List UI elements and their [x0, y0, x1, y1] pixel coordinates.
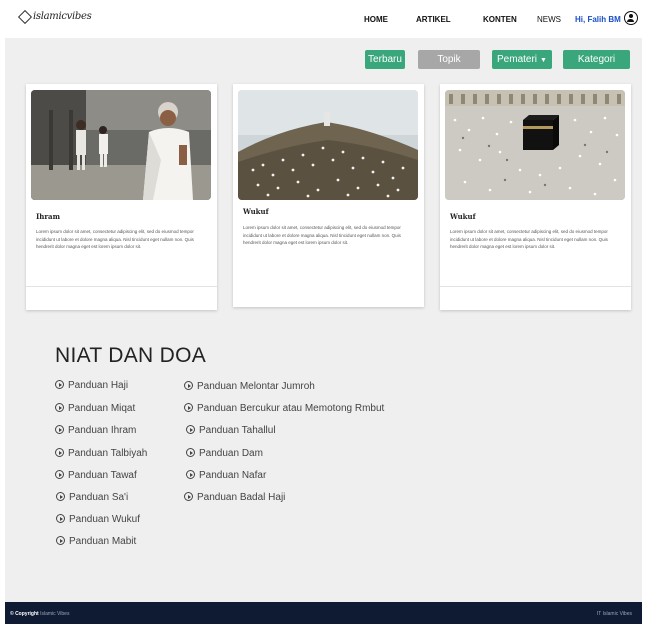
guide-label: Panduan Ihram	[68, 425, 137, 436]
section-title: NIAT DAN DOA	[55, 344, 207, 367]
nav-home[interactable]: HOME	[364, 15, 388, 24]
play-icon	[55, 380, 64, 389]
guide-link[interactable]: Panduan Tawaf	[55, 470, 137, 481]
guide-label: Panduan Nafar	[199, 470, 267, 481]
guide-link[interactable]: Panduan Wukuf	[56, 514, 140, 525]
nav-artikel[interactable]: ARTIKEL	[416, 15, 451, 24]
filter-kategori-label: Kategori	[577, 54, 616, 65]
nav-konten[interactable]: KONTEN	[483, 15, 517, 24]
wukuf-photo	[238, 90, 418, 200]
footer: © Copyright Islamic Vibes IT Islamic Vib…	[5, 602, 642, 624]
card-title: Wukuf	[450, 212, 476, 221]
ihram-photo	[31, 90, 211, 200]
copyright-label: © Copyright	[10, 611, 39, 617]
guide-link[interactable]: Panduan Ihram	[55, 425, 136, 436]
card-divider	[440, 286, 631, 287]
guide-label: Panduan Haji	[68, 380, 129, 391]
play-icon	[56, 492, 65, 501]
article-card-ihram[interactable]: Ihram Lorem ipsum dolor sit amet, consec…	[26, 84, 217, 310]
play-icon	[186, 448, 195, 457]
user-account-icon[interactable]	[624, 11, 638, 25]
guide-label: Panduan Melontar Jumroh	[197, 381, 315, 392]
filter-terbaru-label: Terbaru	[368, 54, 402, 65]
article-card-wukuf[interactable]: Wukuf Lorem ipsum dolor sit amet, consec…	[233, 84, 424, 307]
play-icon	[184, 381, 193, 390]
card-description: Lorem ipsum dolor sit amet, consectetur …	[243, 225, 401, 245]
guide-link[interactable]: Panduan Bercukur atau Memotong Rmbut	[184, 403, 384, 414]
brand-logo[interactable]: islamicvibes	[17, 9, 92, 24]
play-icon	[184, 403, 193, 412]
card-image-wukuf	[238, 90, 418, 200]
card-title: Ihram	[36, 212, 60, 221]
card-description: Lorem ipsum dolor sit amet, consectetur …	[450, 229, 608, 249]
logo-text: islamicvibes	[33, 11, 92, 22]
play-icon	[184, 492, 193, 501]
guide-link[interactable]: Panduan Dam	[186, 448, 263, 459]
play-icon	[55, 425, 64, 434]
footer-brand: IT Islamic Vibes	[596, 611, 632, 617]
guide-label: Panduan Tahallul	[199, 425, 276, 436]
guide-label: Panduan Mabit	[69, 536, 137, 547]
card-description: Lorem ipsum dolor sit amet, consectetur …	[36, 229, 194, 249]
guide-link[interactable]: Panduan Badal Haji	[184, 492, 285, 503]
guide-link[interactable]: Panduan Tahallul	[186, 425, 276, 436]
guide-label: Panduan Badal Haji	[197, 492, 286, 503]
kaaba-photo	[445, 90, 625, 200]
copyright-brand: Islamic Vibes	[40, 611, 70, 617]
nav-news[interactable]: NEWS	[537, 15, 561, 24]
guide-link[interactable]: Panduan Miqat	[55, 403, 135, 414]
filter-pemateri-dropdown[interactable]: Pemateri ▼	[492, 50, 552, 69]
card-image-ihram	[31, 90, 211, 200]
article-card-wukuf-kaaba[interactable]: Wukuf Lorem ipsum dolor sit amet, consec…	[440, 84, 631, 310]
card-title: Wukuf	[243, 207, 269, 216]
guide-link[interactable]: Panduan Nafar	[186, 470, 266, 481]
filter-kategori-button[interactable]: Kategori	[563, 50, 630, 69]
play-icon	[186, 470, 195, 479]
guide-link[interactable]: Panduan Talbiyah	[55, 448, 147, 459]
guide-link[interactable]: Panduan Mabit	[56, 536, 136, 547]
guide-link[interactable]: Panduan Sa'i	[56, 492, 128, 503]
card-image-kaaba	[445, 90, 625, 200]
play-icon	[55, 470, 64, 479]
guide-label: Panduan Miqat	[68, 403, 136, 414]
guide-label: Panduan Wukuf	[69, 514, 140, 525]
guide-label: Panduan Sa'i	[69, 492, 129, 503]
filter-pemateri-label: Pemateri	[497, 54, 538, 65]
guide-label: Panduan Dam	[199, 448, 263, 459]
play-icon	[186, 425, 195, 434]
play-icon	[55, 448, 64, 457]
guide-label: Panduan Talbiyah	[68, 448, 148, 459]
play-icon	[55, 403, 64, 412]
filter-topik-button[interactable]: Topik	[418, 50, 480, 69]
play-icon	[56, 514, 65, 523]
guide-label: Panduan Bercukur atau Memotong Rmbut	[197, 403, 385, 414]
footer-copyright: © Copyright Islamic Vibes	[10, 611, 69, 617]
top-navbar: islamicvibes HOME ARTIKEL KONTEN NEWS Hi…	[0, 0, 647, 38]
filter-terbaru-button[interactable]: Terbaru	[365, 50, 405, 69]
chevron-down-icon: ▼	[540, 57, 547, 64]
guide-label: Panduan Tawaf	[68, 470, 137, 481]
user-greeting[interactable]: Hi, Falih BM	[575, 15, 621, 24]
guide-link[interactable]: Panduan Melontar Jumroh	[184, 381, 315, 392]
guide-link[interactable]: Panduan Haji	[55, 380, 128, 391]
filter-topik-label: Topik	[437, 54, 461, 65]
card-divider	[26, 286, 217, 287]
play-icon	[56, 536, 65, 545]
logo-mark-icon	[17, 9, 33, 24]
